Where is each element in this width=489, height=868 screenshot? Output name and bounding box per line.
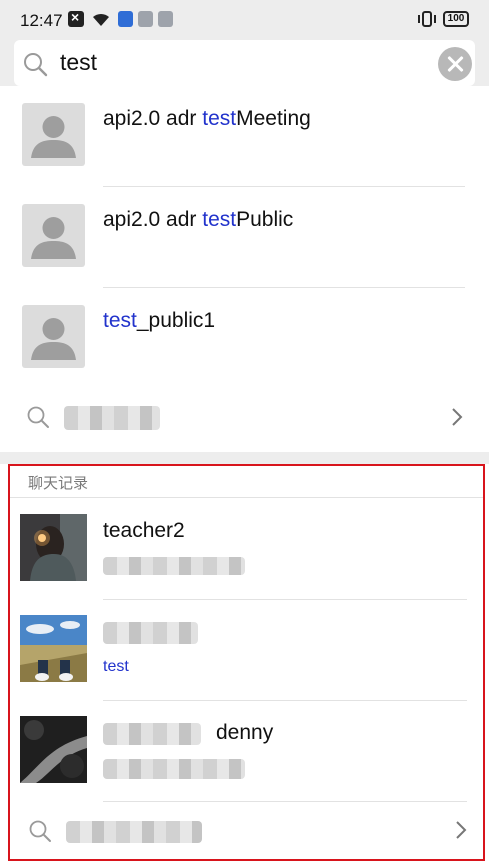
search-icon (29, 820, 51, 842)
status-time: 12:47 (20, 11, 63, 30)
redacted-text (64, 406, 160, 430)
search-icon (24, 53, 48, 77)
chat-row[interactable]: denny (10, 701, 483, 802)
default-avatar-icon (22, 204, 85, 267)
contact-row[interactable]: api2.0 adr testPublic (0, 187, 489, 288)
status-bar: 12:47 100 (0, 0, 489, 38)
contact-row[interactable]: test_public1 (0, 288, 489, 389)
clear-search-button[interactable] (438, 47, 472, 81)
contact-name: test_public1 (103, 309, 216, 332)
wifi-icon (93, 13, 109, 26)
chat-history-header: 聊天记录 (10, 466, 483, 498)
battery-icon: 100 (443, 11, 469, 27)
search-icon (27, 406, 49, 428)
vibrate-icon (418, 11, 436, 27)
more-contacts-row[interactable] (0, 388, 489, 452)
contact-name: api2.0 adr testPublic (103, 208, 294, 231)
redacted-text (103, 622, 198, 644)
default-avatar-icon (22, 305, 85, 368)
avatar (20, 615, 87, 682)
chat-row[interactable]: test (10, 600, 483, 701)
redacted-text (103, 723, 201, 745)
chat-history-label: 聊天记录 (28, 475, 89, 492)
default-avatar-icon (22, 103, 85, 166)
contact-name: api2.0 adr testMeeting (103, 107, 311, 130)
chevron-right-icon (456, 821, 467, 839)
chevron-right-icon (452, 408, 463, 426)
redacted-text (103, 557, 245, 575)
avatar (20, 514, 87, 581)
chat-match-snippet: test (103, 658, 129, 675)
search-input[interactable] (60, 49, 400, 76)
contact-row[interactable]: api2.0 adr testMeeting (0, 86, 489, 187)
usb-icon (118, 11, 133, 27)
redacted-text (103, 759, 245, 779)
avatar (20, 716, 87, 783)
notification-close-icon (68, 9, 84, 27)
layers-icon (158, 11, 173, 27)
redacted-text (66, 821, 202, 843)
chat-row[interactable]: teacher2 (10, 499, 483, 600)
section-gap (0, 452, 489, 464)
search-bar (0, 38, 489, 92)
search-box[interactable] (14, 40, 475, 86)
chat-title: denny (216, 721, 274, 744)
chat-title: teacher2 (103, 519, 185, 542)
chat-history-section: 聊天记录 teacher2 test denny (8, 464, 485, 861)
more-chat-history-row[interactable] (10, 801, 483, 859)
app-notification-icon (138, 11, 153, 27)
